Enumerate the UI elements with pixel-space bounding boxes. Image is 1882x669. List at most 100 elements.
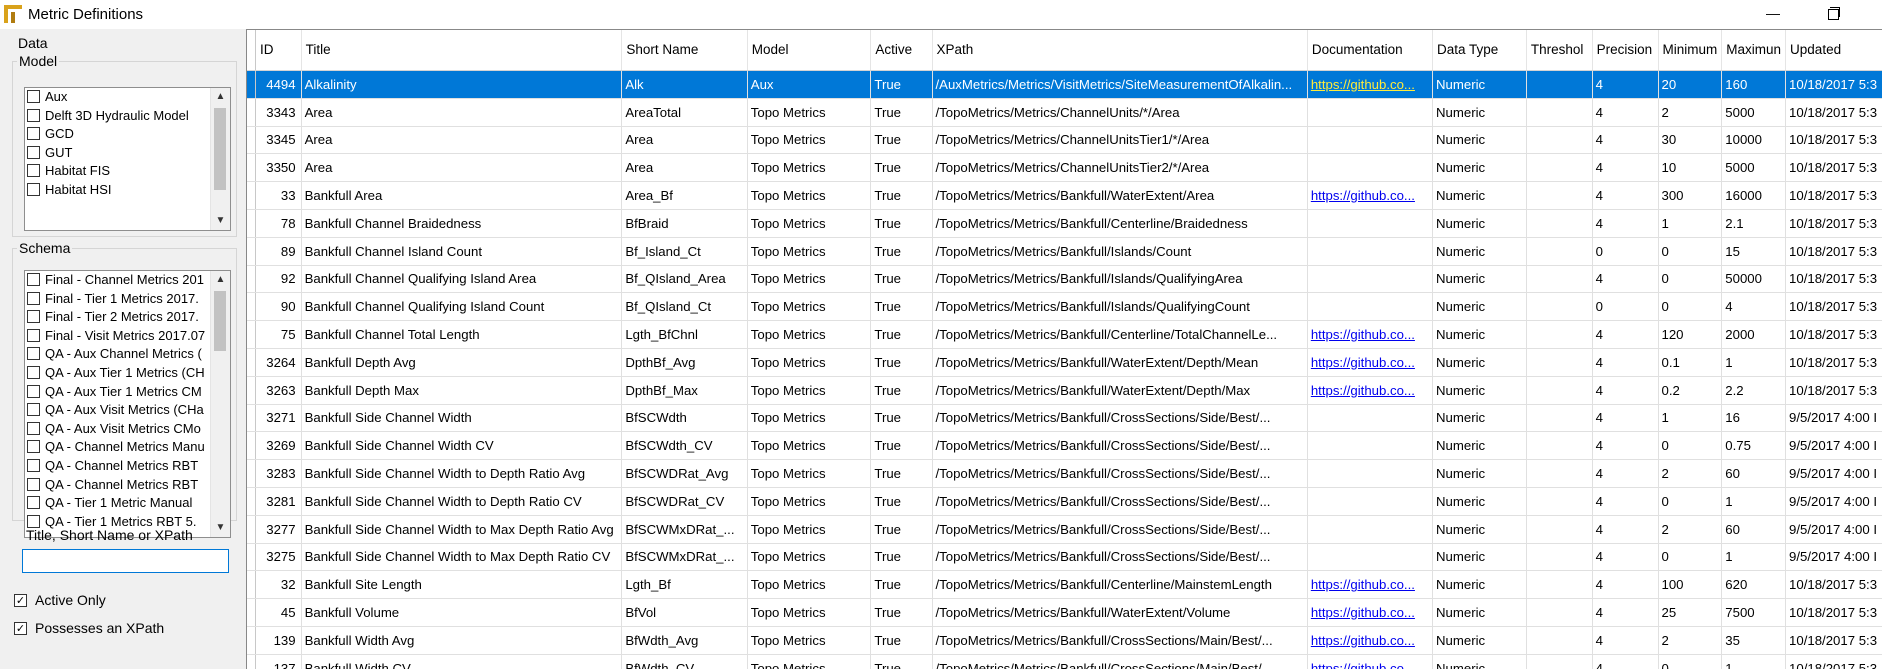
cell-documentation[interactable]: https://github.co... <box>1307 320 1434 349</box>
cell-active[interactable]: True <box>870 515 933 544</box>
row-header[interactable] <box>247 320 256 349</box>
cell-precision[interactable]: 4 <box>1592 153 1659 183</box>
documentation-link[interactable]: https://github.co... <box>1311 188 1415 203</box>
cell-maximun[interactable]: 15 <box>1721 237 1787 266</box>
cell-data-type[interactable]: Numeric <box>1432 237 1527 266</box>
cell-title[interactable]: Bankfull Area <box>301 181 623 210</box>
cell-documentation[interactable] <box>1307 292 1434 322</box>
cell-threshol[interactable] <box>1526 98 1593 127</box>
cell-updated[interactable]: 10/18/2017 5:3 <box>1785 348 1882 377</box>
cell-precision[interactable]: 4 <box>1592 431 1659 461</box>
cell-title[interactable]: Area <box>301 153 623 183</box>
cell-documentation[interactable] <box>1307 543 1434 572</box>
cell-active[interactable]: True <box>870 320 933 349</box>
cell-data-type[interactable]: Numeric <box>1432 292 1527 322</box>
cell-precision[interactable]: 4 <box>1592 320 1659 349</box>
cell-short-name[interactable]: AreaTotal <box>621 98 748 127</box>
cell-maximun[interactable]: 620 <box>1721 570 1787 600</box>
cell-updated[interactable]: 10/18/2017 5:3 <box>1785 153 1882 183</box>
cell-threshol[interactable] <box>1526 292 1593 322</box>
cell-threshol[interactable] <box>1526 515 1593 544</box>
cell-data-type[interactable]: Numeric <box>1432 431 1527 461</box>
cell-minimum[interactable]: 0 <box>1658 237 1723 266</box>
cell-documentation[interactable]: https://github.co... <box>1307 626 1434 655</box>
cell-active[interactable]: True <box>870 98 933 127</box>
cell-updated[interactable]: 10/18/2017 5:3 <box>1785 598 1882 627</box>
table-row[interactable]: 33 Bankfull Area Area_Bf Topo Metrics True/T… <box>247 181 1882 210</box>
cell-threshol[interactable] <box>1526 598 1593 627</box>
cell-id[interactable]: 139 <box>255 626 302 655</box>
cell-active[interactable]: True <box>870 570 933 600</box>
cell-precision[interactable]: 4 <box>1592 515 1659 544</box>
list-item[interactable]: QA - Aux Tier 1 Metrics CM <box>25 383 230 402</box>
table-row[interactable]: 90 Bankfull Channel Qualifying Island Cou… <box>247 292 1882 322</box>
cell-model[interactable]: Topo Metrics <box>747 320 872 349</box>
row-header[interactable] <box>247 237 256 266</box>
cell-id[interactable]: 3283 <box>255 459 302 488</box>
checkbox[interactable] <box>27 496 40 510</box>
checkbox[interactable] <box>27 459 40 472</box>
checkbox[interactable] <box>27 145 40 159</box>
checkbox[interactable] <box>27 440 40 454</box>
cell-id[interactable]: 137 <box>255 654 302 669</box>
cell-model[interactable]: Aux <box>747 70 872 99</box>
cell-xpath[interactable]: /TopoMetrics/Metrics/ChannelUnitsTier1/*… <box>932 126 1308 155</box>
cell-threshol[interactable] <box>1526 126 1593 155</box>
table-row[interactable]: 32 Bankfull Site Length Lgth_Bf Topo Metric… <box>247 570 1882 600</box>
cell-maximun[interactable]: 50000 <box>1721 265 1787 294</box>
table-row[interactable]: 75 Bankfull Channel Total Length Lgth_BfCh… <box>247 320 1882 349</box>
cell-id[interactable]: 3275 <box>255 543 302 572</box>
checkbox[interactable] <box>27 403 40 417</box>
list-item[interactable]: QA - Tier 1 Metric Manual <box>25 494 230 513</box>
checkbox[interactable] <box>27 514 40 528</box>
column-header-documentation[interactable]: Documentation <box>1307 30 1434 71</box>
checkbox[interactable] <box>27 127 40 141</box>
cell-threshol[interactable] <box>1526 265 1593 294</box>
cell-title[interactable]: Alkalinity <box>301 70 623 99</box>
table-row[interactable]: 3345 Area Area Topo Metrics True/TopoMetrics… <box>247 126 1882 155</box>
cell-short-name[interactable]: Area <box>621 153 748 183</box>
row-header[interactable] <box>247 515 256 544</box>
cell-title[interactable]: Bankfull Side Channel Width to Depth Rat… <box>301 459 623 488</box>
cell-documentation[interactable]: https://github.co... <box>1307 181 1434 210</box>
cell-maximun[interactable]: 160 <box>1721 70 1787 99</box>
cell-documentation[interactable] <box>1307 431 1434 461</box>
row-header[interactable] <box>247 265 256 294</box>
cell-documentation[interactable] <box>1307 237 1434 266</box>
cell-data-type[interactable]: Numeric <box>1432 320 1527 349</box>
cell-id[interactable]: 89 <box>255 237 302 266</box>
list-item[interactable]: QA - Channel Metrics Manu <box>25 438 230 457</box>
cell-maximun[interactable]: 60 <box>1721 515 1787 544</box>
cell-active[interactable]: True <box>870 153 933 183</box>
cell-updated[interactable]: 9/5/2017 4:00 I <box>1785 515 1882 544</box>
row-header[interactable] <box>247 292 256 322</box>
cell-active[interactable]: True <box>870 431 933 461</box>
row-header[interactable] <box>247 70 256 99</box>
cell-threshol[interactable] <box>1526 320 1593 349</box>
cell-precision[interactable]: 4 <box>1592 487 1659 516</box>
cell-active[interactable]: True <box>870 70 933 99</box>
cell-minimum[interactable]: 0 <box>1658 654 1723 669</box>
cell-short-name[interactable]: Area_Bf <box>621 181 748 210</box>
table-row[interactable]: 45 Bankfull Volume BfVol Topo Metrics True/T… <box>247 598 1882 627</box>
cell-id[interactable]: 3281 <box>255 487 302 516</box>
restore-button[interactable] <box>1810 0 1856 29</box>
cell-data-type[interactable]: Numeric <box>1432 126 1527 155</box>
list-item[interactable]: Habitat HSI <box>25 181 230 200</box>
cell-maximun[interactable]: 16 <box>1721 404 1787 433</box>
cell-model[interactable]: Topo Metrics <box>747 126 872 155</box>
cell-title[interactable]: Bankfull Site Length <box>301 570 623 600</box>
list-item[interactable]: GCD <box>25 125 230 144</box>
cell-title[interactable]: Bankfull Depth Max <box>301 376 623 405</box>
row-header[interactable] <box>247 404 256 433</box>
cell-title[interactable]: Bankfull Side Channel Width to Max Depth… <box>301 515 623 544</box>
cell-precision[interactable]: 4 <box>1592 459 1659 488</box>
cell-model[interactable]: Topo Metrics <box>747 654 872 669</box>
documentation-link[interactable]: https://github.co... <box>1311 577 1415 592</box>
cell-threshol[interactable] <box>1526 570 1593 600</box>
cell-minimum[interactable]: 0 <box>1658 487 1723 516</box>
cell-maximun[interactable]: 2000 <box>1721 320 1787 349</box>
model-list-scrollbar[interactable]: ▲ ▼ <box>210 88 230 230</box>
row-header[interactable] <box>247 126 256 155</box>
cell-xpath[interactable]: /TopoMetrics/Metrics/Bankfull/Centerline… <box>932 570 1308 600</box>
